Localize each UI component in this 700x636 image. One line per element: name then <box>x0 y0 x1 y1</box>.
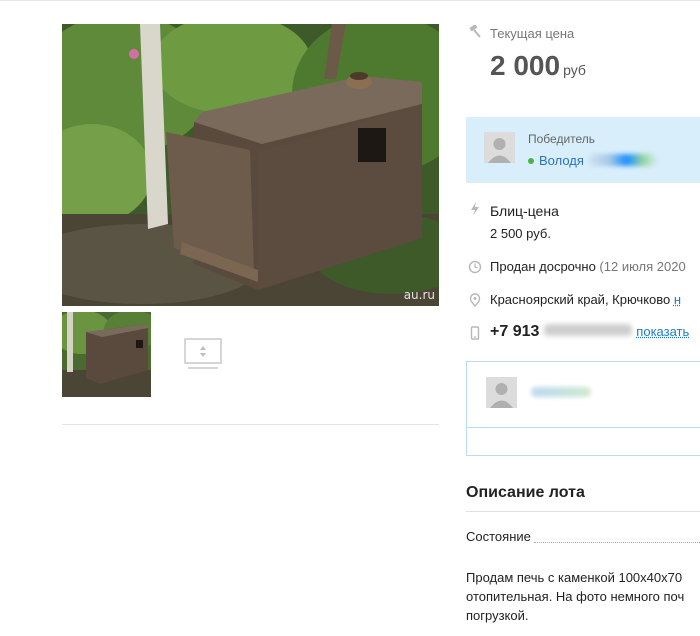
seller-avatar[interactable] <box>486 377 517 408</box>
sale-status-text: Продан досрочно <box>490 259 596 274</box>
location-text: Красноярский край, Крючково <box>490 292 671 307</box>
user-silhouette-icon <box>486 377 517 408</box>
current-price-label: Текущая цена <box>490 26 575 41</box>
watermark: au.ru <box>403 288 435 302</box>
phone-icon <box>470 326 480 340</box>
current-price-unit: руб <box>563 62 586 78</box>
contact-panel-divider <box>467 427 700 428</box>
current-price: 2 000 руб <box>490 50 586 82</box>
location: Красноярский край, Крючково н <box>490 292 681 307</box>
main-photo[interactable]: au.ru <box>62 24 439 306</box>
gavel-icon <box>469 25 481 38</box>
gallery-divider <box>62 424 439 425</box>
description-title: Описание лота <box>466 484 585 501</box>
gallery-icon <box>184 338 222 369</box>
phone-number: +7 913 <box>490 323 540 340</box>
redacted-phone <box>543 324 632 336</box>
lightning-icon <box>471 202 479 216</box>
thumbnail-image <box>62 312 151 397</box>
location-map-link[interactable]: н <box>674 292 681 307</box>
more-photos-icon[interactable] <box>184 338 222 370</box>
blitz-price-value: 2 500 руб. <box>490 226 551 241</box>
current-price-amount: 2 000 <box>490 50 561 81</box>
sale-status: Продан досрочно (12 июля 2020 <box>490 259 686 274</box>
phone: +7 913 показать <box>490 323 689 341</box>
condition-label: Состояние <box>466 529 531 544</box>
show-phone-link[interactable]: показать <box>636 324 689 339</box>
winner-avatar[interactable] <box>484 132 515 163</box>
sale-date: (12 июля 2020 <box>599 259 686 274</box>
top-border <box>0 0 700 1</box>
redacted-surname <box>587 154 658 166</box>
winner-name-link[interactable]: Володя <box>528 153 658 168</box>
condition-leader-dots <box>534 542 700 543</box>
blitz-price-label: Блиц-цена <box>490 203 559 219</box>
winner-panel: Победитель <box>466 117 700 183</box>
winner-label: Победитель <box>528 132 596 146</box>
stove-photo-image <box>62 24 439 306</box>
description-divider <box>466 511 700 512</box>
user-silhouette-icon <box>484 132 515 163</box>
online-status-dot <box>528 158 534 164</box>
winner-name: Володя <box>539 153 584 168</box>
redacted-seller-name[interactable] <box>531 387 591 397</box>
photo-thumbnail[interactable] <box>62 312 151 397</box>
location-pin-icon <box>469 293 481 307</box>
clock-icon <box>468 260 482 274</box>
description-text: Продам печь с каменкой 100х40х70 отопите… <box>466 570 685 623</box>
seller-contact-panel <box>466 361 700 456</box>
